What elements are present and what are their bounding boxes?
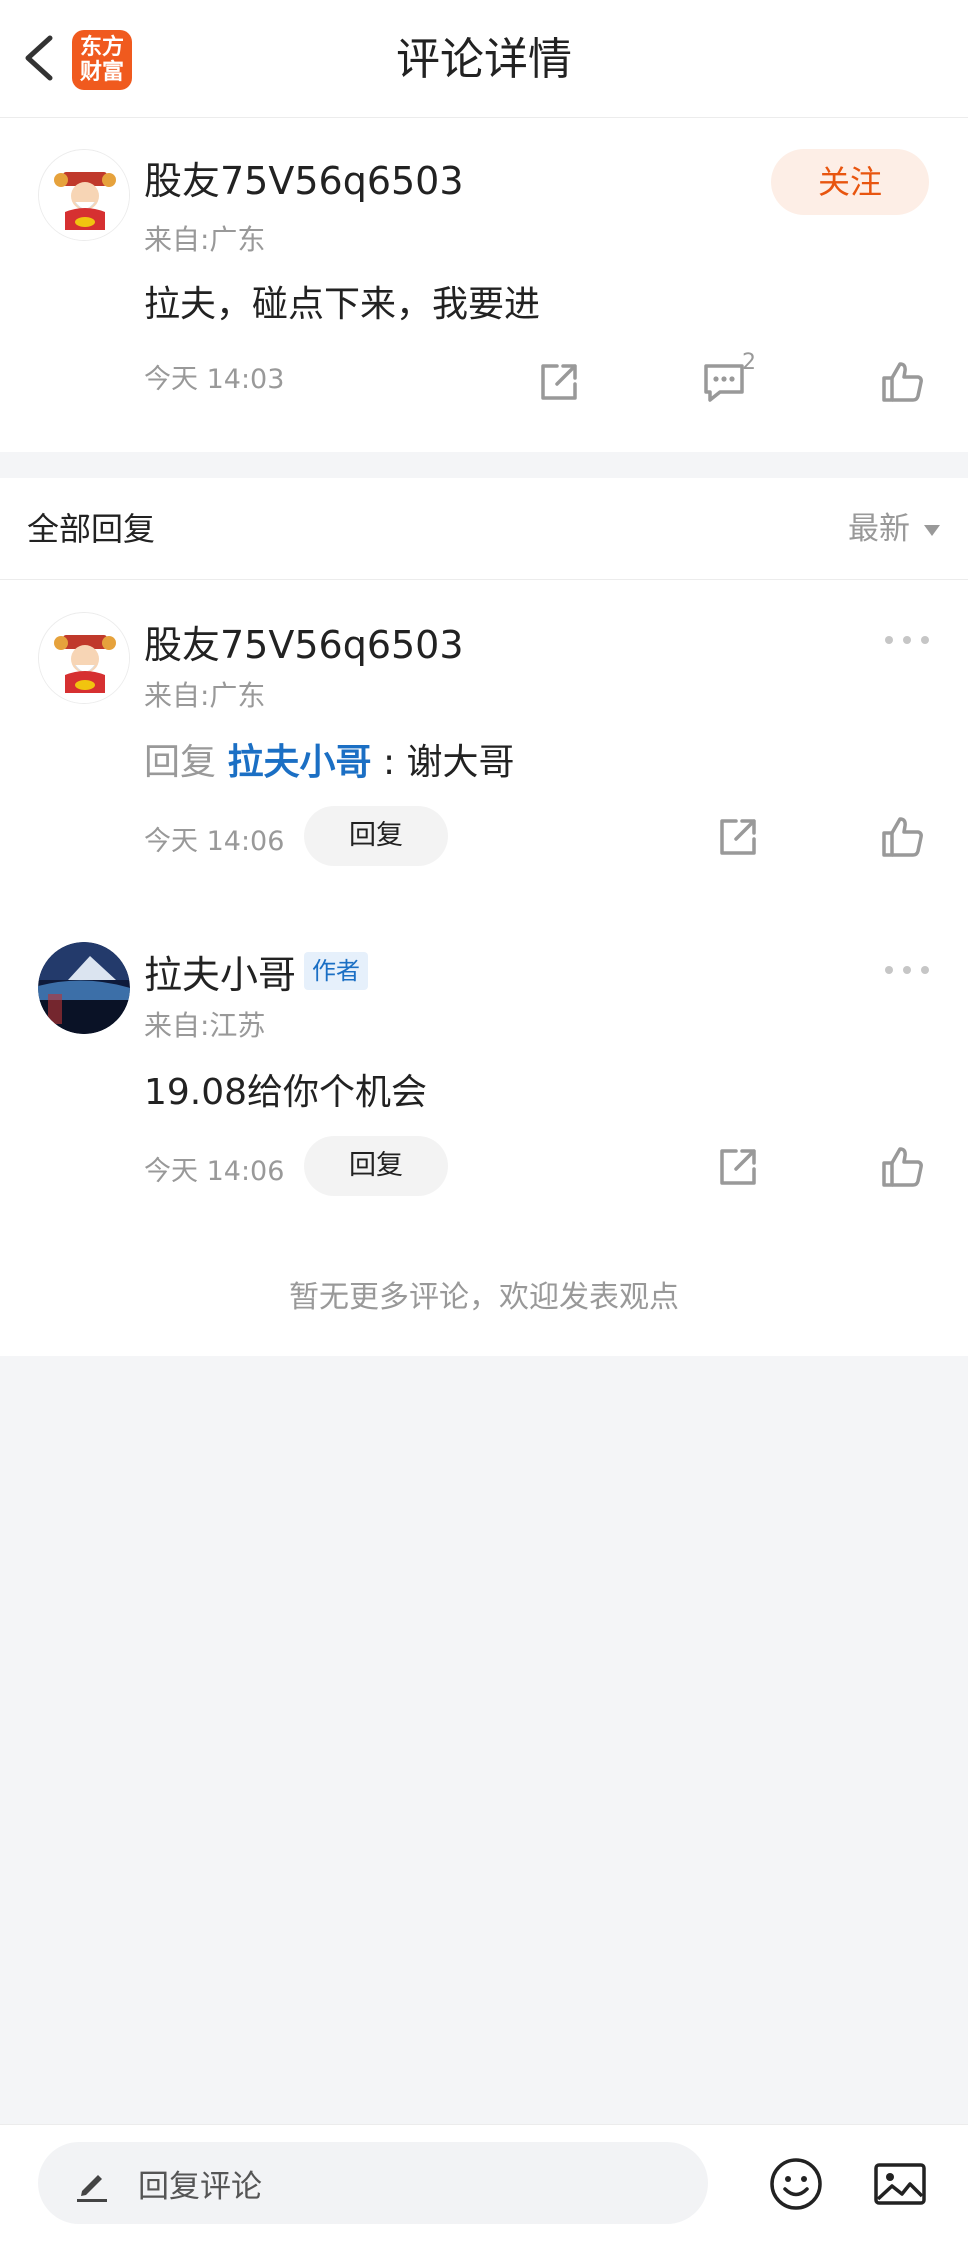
avatar[interactable]	[38, 612, 130, 704]
fortune-god-avatar-icon	[39, 150, 129, 240]
comment-button[interactable]	[700, 358, 748, 406]
landscape-avatar-icon	[38, 942, 130, 1034]
reply-button[interactable]: 回复	[304, 1136, 448, 1196]
share-icon	[541, 364, 577, 400]
replies-list: 股友75V56q6503 来自:广东 回复 拉夫小哥 : 谢大哥 今天 14:0…	[0, 580, 968, 1356]
sort-label: 最新	[848, 511, 910, 547]
back-button[interactable]	[18, 28, 62, 88]
pencil-icon	[77, 2175, 107, 2202]
reply-text: 谢大哥	[395, 742, 515, 783]
share-icon	[720, 819, 756, 855]
timestamp: 今天 14:06	[144, 1156, 285, 1187]
comment-placeholder: 回复评论	[138, 2168, 262, 2205]
more-button[interactable]	[885, 630, 929, 650]
username[interactable]: 股友75V56q6503	[144, 620, 464, 670]
more-dot	[921, 636, 929, 644]
emoji-button[interactable]	[768, 2156, 824, 2212]
share-icon	[720, 1149, 756, 1185]
more-dot	[903, 636, 911, 644]
app-logo-line2: 财富	[79, 60, 124, 85]
like-button[interactable]	[878, 358, 926, 406]
username[interactable]: 拉夫小哥	[144, 950, 296, 1000]
location: 来自:广东	[144, 679, 266, 712]
thumbs-up-icon	[882, 1147, 923, 1187]
top-nav-bar: 东方 财富 评论详情	[0, 0, 968, 118]
location: 来自:广东	[144, 223, 266, 256]
image-icon	[874, 2163, 926, 2205]
sort-caret-icon	[924, 524, 940, 536]
reply-separator: :	[382, 742, 396, 783]
more-dot	[903, 966, 911, 974]
page-title: 评论详情	[396, 34, 572, 85]
share-button[interactable]	[714, 813, 762, 861]
sort-dropdown[interactable]: 最新	[848, 508, 940, 550]
main-comment: 股友75V56q6503 来自:广东 关注 拉夫，碰点下来，我要进 今天 14:…	[0, 118, 968, 452]
share-button[interactable]	[714, 1143, 762, 1191]
timestamp: 今天 14:06	[144, 826, 285, 857]
image-button[interactable]	[872, 2156, 928, 2212]
follow-button[interactable]: 关注	[771, 149, 929, 215]
thumbs-up-icon	[882, 817, 923, 857]
author-badge: 作者	[304, 952, 368, 990]
reply-content: 回复 拉夫小哥 : 谢大哥	[144, 738, 515, 788]
no-more-comments-text: 暂无更多评论，欢迎发表观点	[289, 1280, 679, 1315]
mention-link[interactable]: 拉夫小哥	[227, 742, 371, 783]
comment-icon	[704, 364, 744, 402]
reply-comment-input[interactable]: 回复评论	[38, 2142, 708, 2224]
more-dot	[885, 636, 893, 644]
more-button[interactable]	[885, 960, 929, 980]
more-dot	[885, 966, 893, 974]
back-icon	[25, 35, 53, 81]
fortune-god-avatar-icon	[39, 613, 129, 703]
reply-content: 19.08给你个机会	[144, 1072, 428, 1113]
like-button[interactable]	[878, 1143, 926, 1191]
timestamp: 今天 14:03	[144, 364, 285, 395]
replies-header: 全部回复 最新	[0, 478, 968, 580]
avatar[interactable]	[38, 942, 130, 1034]
more-dot	[921, 966, 929, 974]
app-logo[interactable]: 东方 财富	[72, 30, 132, 90]
page: 东方 财富 评论详情 股友75V56q6503 来自:广东 关注 拉夫，碰点下来…	[0, 0, 968, 2242]
share-button[interactable]	[535, 358, 583, 406]
emoji-icon	[770, 2158, 822, 2210]
bottom-comment-bar: 回复评论	[0, 2124, 968, 2242]
app-logo-line1: 东方	[79, 35, 124, 60]
comment-content: 拉夫，碰点下来，我要进	[144, 284, 541, 325]
reply-prefix: 回复	[144, 742, 217, 783]
location: 来自:江苏	[144, 1009, 266, 1042]
thumbs-up-icon	[882, 362, 923, 402]
like-button[interactable]	[878, 813, 926, 861]
avatar[interactable]	[38, 149, 130, 241]
replies-title: 全部回复	[27, 510, 156, 548]
username[interactable]: 股友75V56q6503	[144, 156, 464, 206]
reply-button[interactable]: 回复	[304, 806, 448, 866]
comment-count: 2	[742, 350, 756, 375]
